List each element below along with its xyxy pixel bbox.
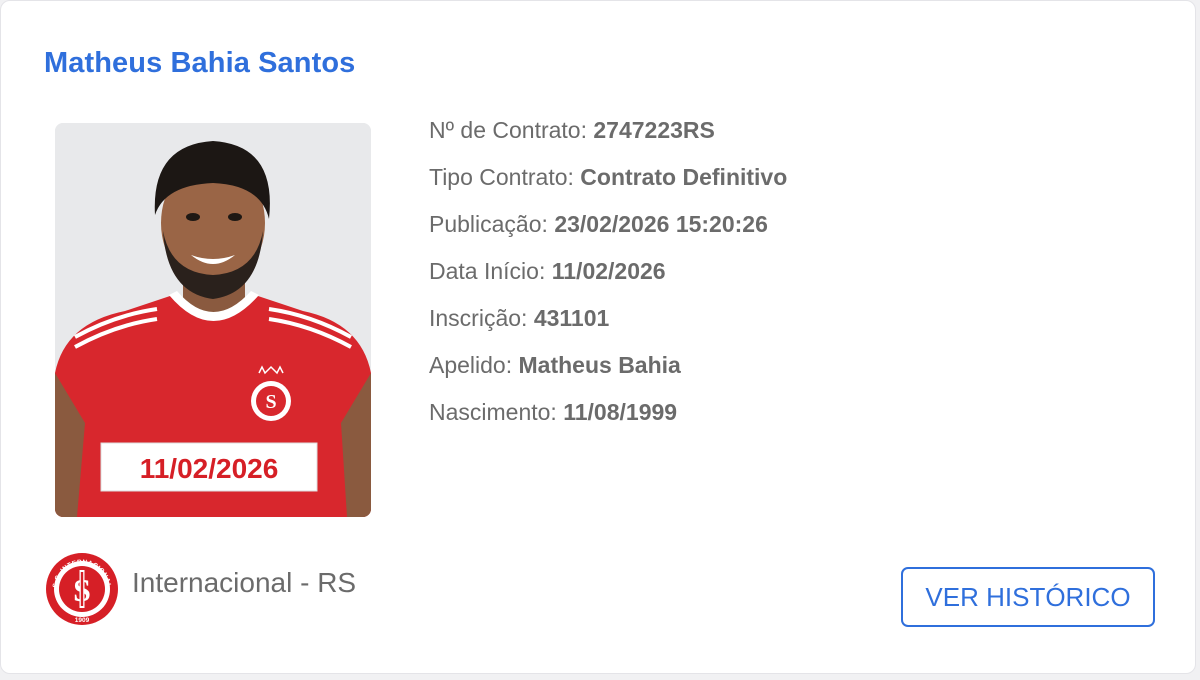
player-name: Matheus Bahia Santos	[44, 47, 356, 79]
detail-nickname: Apelido: Matheus Bahia	[429, 349, 787, 396]
detail-value: 2747223RS	[593, 117, 715, 143]
detail-publication: Publicação: 23/02/2026 15:20:26	[429, 208, 787, 255]
detail-registration: Inscrição: 431101	[429, 302, 787, 349]
contract-details-list: Nº de Contrato: 2747223RS Tipo Contrato:…	[429, 114, 787, 443]
player-card: Matheus Bahia Santos S 11/02/2026 Nº de …	[0, 0, 1196, 674]
detail-value: 431101	[533, 305, 610, 331]
photo-date-label: 11/02/2026	[140, 453, 279, 484]
detail-contract-number: Nº de Contrato: 2747223RS	[429, 114, 787, 161]
svg-text:S: S	[265, 391, 276, 413]
detail-label: Inscrição:	[429, 305, 528, 331]
detail-birth-date: Nascimento: 11/08/1999	[429, 396, 787, 443]
view-history-button[interactable]: VER HISTÓRICO	[901, 567, 1155, 627]
detail-label: Data Início:	[429, 258, 546, 284]
club-info: S.C. INTERNACIONAL 1909 S Internacional …	[45, 552, 356, 626]
detail-label: Apelido:	[429, 352, 513, 378]
detail-label: Nascimento:	[429, 399, 557, 425]
detail-label: Tipo Contrato:	[429, 164, 574, 190]
player-photo: S 11/02/2026	[55, 123, 371, 517]
detail-value: 23/02/2026 15:20:26	[554, 211, 768, 237]
club-name: Internacional - RS	[132, 567, 357, 598]
detail-value: Matheus Bahia	[518, 352, 681, 378]
detail-start-date: Data Início: 11/02/2026	[429, 255, 787, 302]
detail-value: 11/08/1999	[563, 399, 678, 425]
detail-value: 11/02/2026	[551, 258, 666, 284]
detail-value: Contrato Definitivo	[580, 164, 788, 190]
internacional-crest-icon: S.C. INTERNACIONAL 1909 S	[46, 553, 118, 625]
detail-contract-type: Tipo Contrato: Contrato Definitivo	[429, 161, 787, 208]
detail-label: Publicação:	[429, 211, 548, 237]
detail-label: Nº de Contrato:	[429, 117, 587, 143]
svg-text:1909: 1909	[75, 617, 90, 624]
